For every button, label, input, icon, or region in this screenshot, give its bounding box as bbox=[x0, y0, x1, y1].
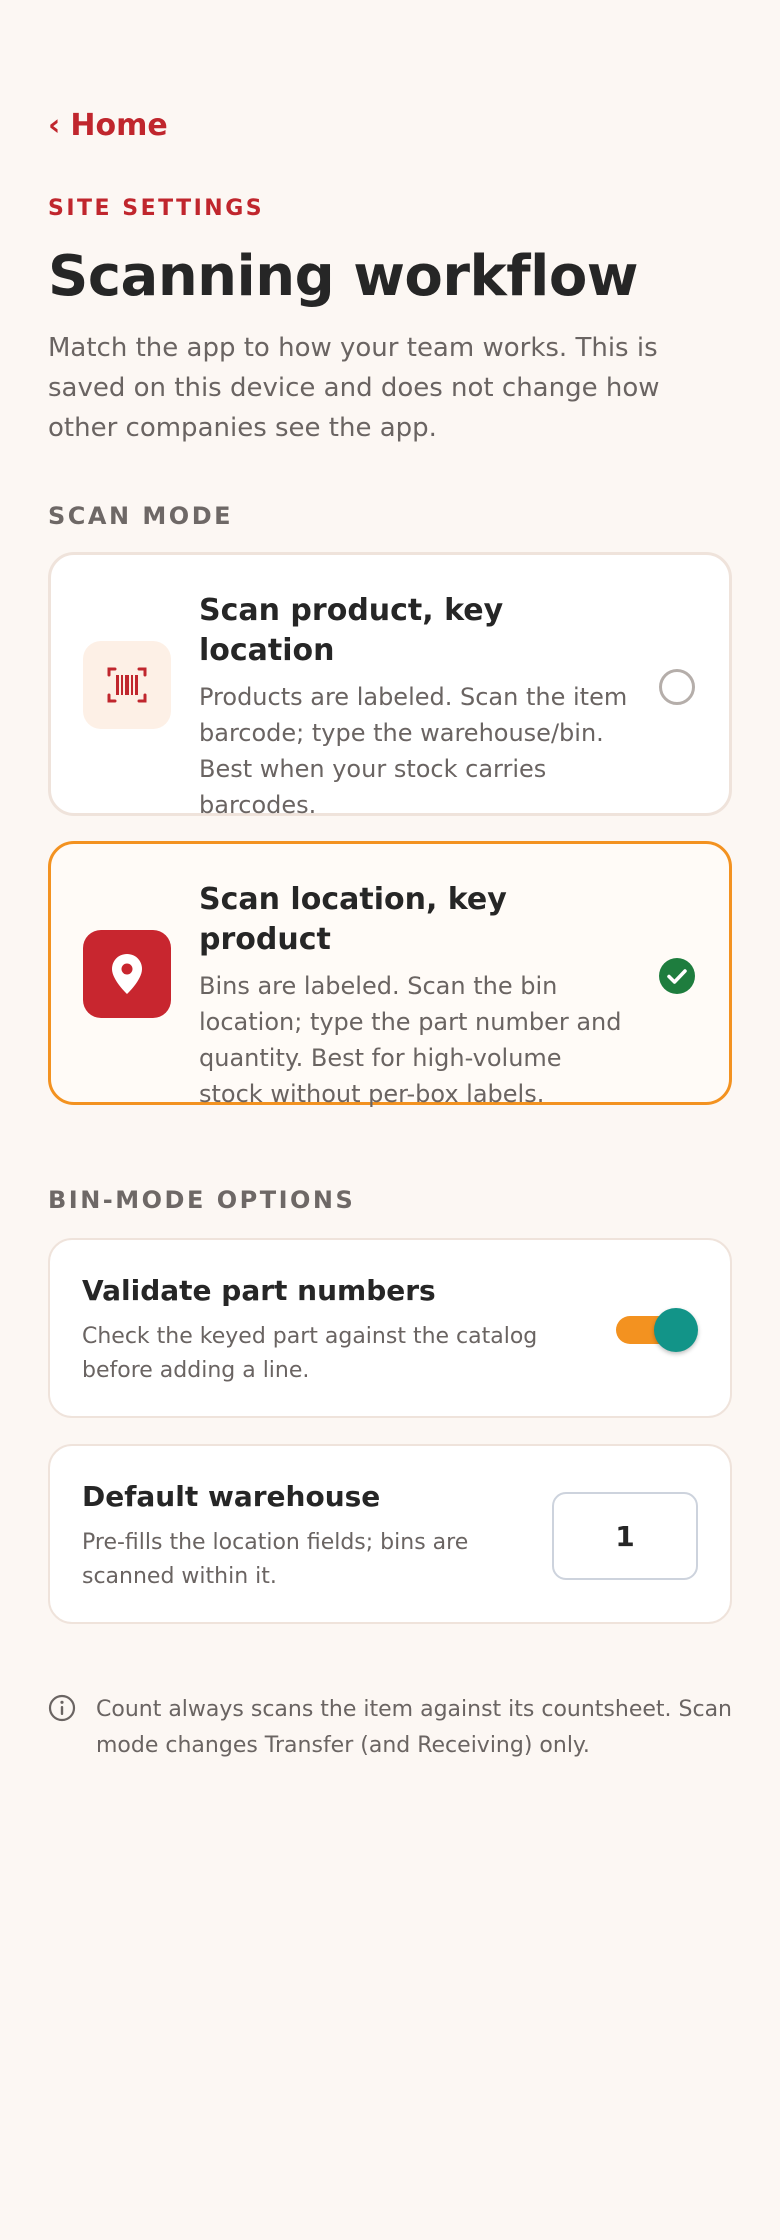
back-home-link[interactable]: ‹ Home bbox=[48, 108, 168, 143]
page-title: Scanning workflow bbox=[48, 244, 639, 309]
location-pin-icon bbox=[83, 930, 171, 1018]
radio-unselected[interactable] bbox=[659, 669, 695, 705]
scan-mode-option-location[interactable]: Scan location, key product Bins are labe… bbox=[48, 841, 732, 1108]
warehouse-title: Default warehouse bbox=[82, 1480, 381, 1513]
scan-mode-option-product[interactable]: Scan product, key location Products are … bbox=[48, 552, 732, 819]
bin-mode-options-label: BIN-MODE OPTIONS bbox=[48, 1186, 356, 1214]
toggle-knob bbox=[654, 1308, 698, 1352]
chevron-left-icon: ‹ bbox=[48, 107, 61, 143]
mode-description: Bins are labeled. Scan the bin location;… bbox=[199, 972, 622, 1108]
mode-title: Scan product, key location bbox=[199, 593, 504, 668]
validate-description: Check the keyed part against the catalog… bbox=[82, 1324, 538, 1383]
validate-title: Validate part numbers bbox=[82, 1274, 436, 1307]
mode-description: Products are labeled. Scan the item barc… bbox=[199, 683, 628, 819]
warehouse-input[interactable] bbox=[552, 1492, 698, 1580]
info-icon bbox=[48, 1694, 76, 1722]
validate-toggle[interactable] bbox=[616, 1308, 698, 1352]
check-circle-icon[interactable] bbox=[659, 958, 695, 994]
back-link-label: Home bbox=[70, 108, 168, 143]
default-warehouse-card: Default warehouse Pre-fills the location… bbox=[48, 1444, 732, 1624]
barcode-icon bbox=[83, 641, 171, 729]
note-text: Count always scans the item against its … bbox=[96, 1697, 733, 1758]
mode-title: Scan location, key product bbox=[199, 882, 507, 957]
validate-part-numbers-card: Validate part numbers Check the keyed pa… bbox=[48, 1238, 732, 1418]
section-eyebrow: SITE SETTINGS bbox=[48, 196, 265, 221]
page-intro: Match the app to how your team works. Th… bbox=[48, 333, 660, 443]
scan-mode-label: SCAN MODE bbox=[48, 502, 234, 530]
warehouse-description: Pre-fills the location fields; bins are … bbox=[82, 1530, 469, 1589]
